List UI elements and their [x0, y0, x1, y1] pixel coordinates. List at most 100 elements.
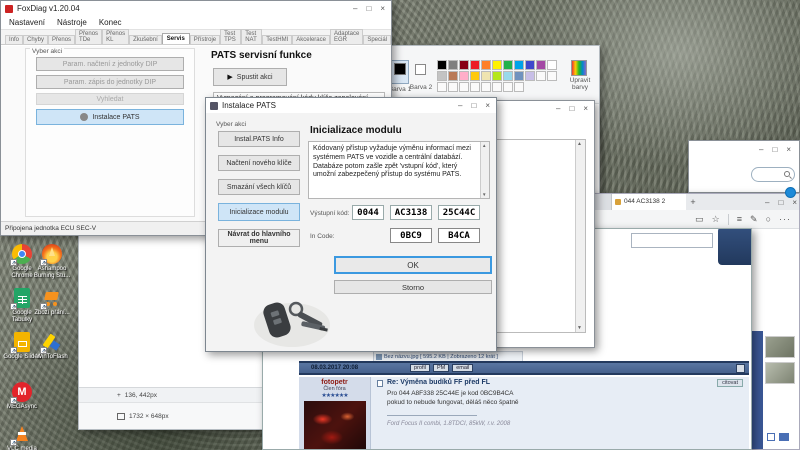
photo-thumbnail[interactable]	[765, 362, 795, 384]
maximize-icon	[569, 104, 574, 113]
app-icon	[5, 5, 13, 13]
scroll-up-icon	[482, 143, 486, 148]
vlc-cone-icon	[12, 424, 32, 444]
tab-prenos[interactable]: Přenos	[48, 35, 75, 44]
tab-info[interactable]: Info	[5, 35, 23, 44]
scrollbar[interactable]	[575, 140, 585, 332]
dialog-heading: Inicializace modulu	[310, 125, 402, 136]
paint-color1-button[interactable]	[391, 60, 409, 84]
web-note-icon[interactable]	[750, 214, 758, 225]
photo-thumbnail[interactable]	[765, 336, 795, 358]
attachment-label[interactable]: Bez názvu.jpg [ 595.2 KB | Zobrazeno 12 …	[384, 354, 498, 360]
notification-badge[interactable]	[785, 187, 796, 198]
shortcut-arrow-icon	[10, 259, 17, 266]
dialog-button-inicializace[interactable]: Inicializace modulu	[218, 203, 300, 221]
foxdiag-title-bar: FoxDiag v1.20.04	[1, 1, 391, 16]
reading-view-icon[interactable]	[695, 214, 704, 225]
tab-special[interactable]: Speciál	[363, 35, 391, 44]
tab-akcelerace[interactable]: Akcelerace	[292, 35, 330, 44]
tab-chyby[interactable]: Chyby	[23, 35, 48, 44]
tab-testhmi[interactable]: TestHMI	[262, 35, 292, 44]
dialog-title-bar: Instalace PATS	[206, 98, 496, 113]
desktop-icon-burning-studio[interactable]: Ashampoo Burning Stu...	[32, 244, 72, 279]
new-tab-button[interactable]: +	[686, 197, 700, 207]
paint-cursor-position: 136, 442px	[125, 392, 157, 399]
desktop-icon-megasync[interactable]: M MEGAsync	[2, 382, 42, 411]
hub-icon[interactable]	[737, 214, 742, 224]
profile-button[interactable]: profil	[410, 364, 430, 372]
signature-divider	[387, 415, 477, 416]
tab-zkusebni[interactable]: Zkušební	[129, 35, 162, 44]
paint-image-size: 1732 × 648px	[129, 413, 169, 420]
desktop-icon-wintoflash[interactable]: WinToFlash	[32, 332, 72, 361]
edge-window-controls[interactable]	[765, 198, 797, 207]
sidebar-button-2[interactable]: Param. zápis do jednotky DIP	[36, 75, 184, 89]
spreadsheet-icon	[12, 288, 32, 308]
outcode-field-3: 25C44C	[438, 205, 480, 220]
dialog-body: Vyber akci Instal.PATS Info Načtení nové…	[206, 113, 496, 351]
status-connection: Připojena jednotka ECU SEC-V	[5, 225, 96, 232]
paint-color2-button[interactable]	[413, 62, 429, 82]
share-icon[interactable]	[766, 214, 771, 224]
incode-field-2[interactable]: B4CA	[438, 228, 480, 243]
cancel-button[interactable]: Storno	[334, 280, 492, 294]
tab-test-tps[interactable]: Test TPS	[220, 29, 241, 44]
username[interactable]: fotopetr	[299, 379, 370, 386]
run-action-button[interactable]: ▶ Spustit akci	[213, 68, 287, 86]
forum-search-button[interactable]	[718, 229, 751, 265]
dialog-controls[interactable]	[458, 101, 490, 110]
ok-button[interactable]: OK	[334, 256, 492, 274]
favicon-icon	[615, 199, 621, 205]
close-icon	[786, 145, 791, 154]
minimize-icon	[458, 101, 462, 110]
search-input[interactable]	[751, 167, 795, 182]
desktop-icon-vlc[interactable]: VLC media player	[2, 424, 42, 450]
dialog-button-pats-info[interactable]: Instal.PATS Info	[218, 131, 300, 147]
incode-field-1[interactable]: 0BC9	[390, 228, 432, 243]
sidebar-button-1[interactable]: Param. načtení z jednotky DIP	[36, 57, 184, 71]
tab-bar: Info Chyby Přenos Přenos TDe Přenos KL Z…	[1, 30, 391, 45]
window-controls[interactable]	[759, 145, 791, 154]
favorites-icon[interactable]	[712, 214, 720, 225]
tab-adaptace-egr[interactable]: Adaptace EGR	[330, 29, 363, 44]
menu-konec[interactable]: Konec	[99, 18, 122, 27]
tab-servis-active[interactable]: Servis	[162, 33, 190, 44]
sidebar-button-instalace-pats[interactable]: Instalace PATS	[36, 109, 184, 125]
maximize-icon	[772, 145, 777, 154]
user-avatar[interactable]	[304, 401, 366, 449]
edge-tab-2-active[interactable]: 044 AC3138 2	[612, 194, 686, 210]
scrollbar[interactable]	[480, 142, 489, 198]
incode-label: In Code:	[310, 233, 335, 240]
quote-button[interactable]: citovat	[717, 379, 743, 387]
tab-prenos-tde[interactable]: Přenos TDe	[75, 29, 102, 44]
dialog-button-navrat[interactable]: Návrat do hlavního menu	[218, 229, 300, 247]
email-button[interactable]: email	[452, 364, 473, 372]
menu-nastroje[interactable]: Nástroje	[57, 18, 87, 27]
sidebar-button-3[interactable]: Vyhledat	[36, 93, 184, 105]
info-textbox: Kódovaný přístup vyžaduje výměnu informa…	[308, 141, 490, 199]
icon-label: Ashampoo Burning Stu...	[32, 266, 72, 279]
dialog-button-smazani-klicu[interactable]: Smazání všech klíčů	[218, 179, 300, 195]
desktop-icon-cart[interactable]: Zboží přání...	[32, 288, 72, 317]
menu-nastaveni[interactable]: Nastavení	[9, 18, 45, 27]
tab-pristroje[interactable]: Přístroje	[190, 35, 220, 44]
edit-colors-icon[interactable]	[571, 60, 587, 76]
pm-button[interactable]: PM	[433, 364, 449, 372]
more-icon[interactable]	[779, 214, 791, 224]
post-title[interactable]: Re: Výměna budíků FF před FL	[387, 379, 490, 386]
chat-icon[interactable]	[779, 433, 789, 441]
window-controls[interactable]	[556, 104, 588, 113]
tab-prenos-kl[interactable]: Přenos KL	[102, 29, 129, 44]
facebook-blue-strip	[751, 331, 763, 449]
profile-buttons: profil PM email	[410, 364, 473, 372]
gallery-icon[interactable]	[767, 433, 775, 441]
paint-palette[interactable]	[437, 60, 559, 92]
top-button[interactable]	[736, 364, 745, 373]
forum-search-input[interactable]	[631, 233, 713, 248]
outcode-label: Výstupní kód:	[310, 210, 349, 217]
post-header-row: 08.03.2017 20:08 profil PM email	[299, 361, 749, 375]
post-row: fotopetr Člen fóra ★★★★★★ Re: Výměna bud…	[299, 377, 749, 449]
window-controls[interactable]	[353, 4, 385, 13]
tab-test-nat[interactable]: Test NAT	[241, 29, 262, 44]
dialog-button-nacteni-klice[interactable]: Načtení nového klíče	[218, 155, 300, 171]
